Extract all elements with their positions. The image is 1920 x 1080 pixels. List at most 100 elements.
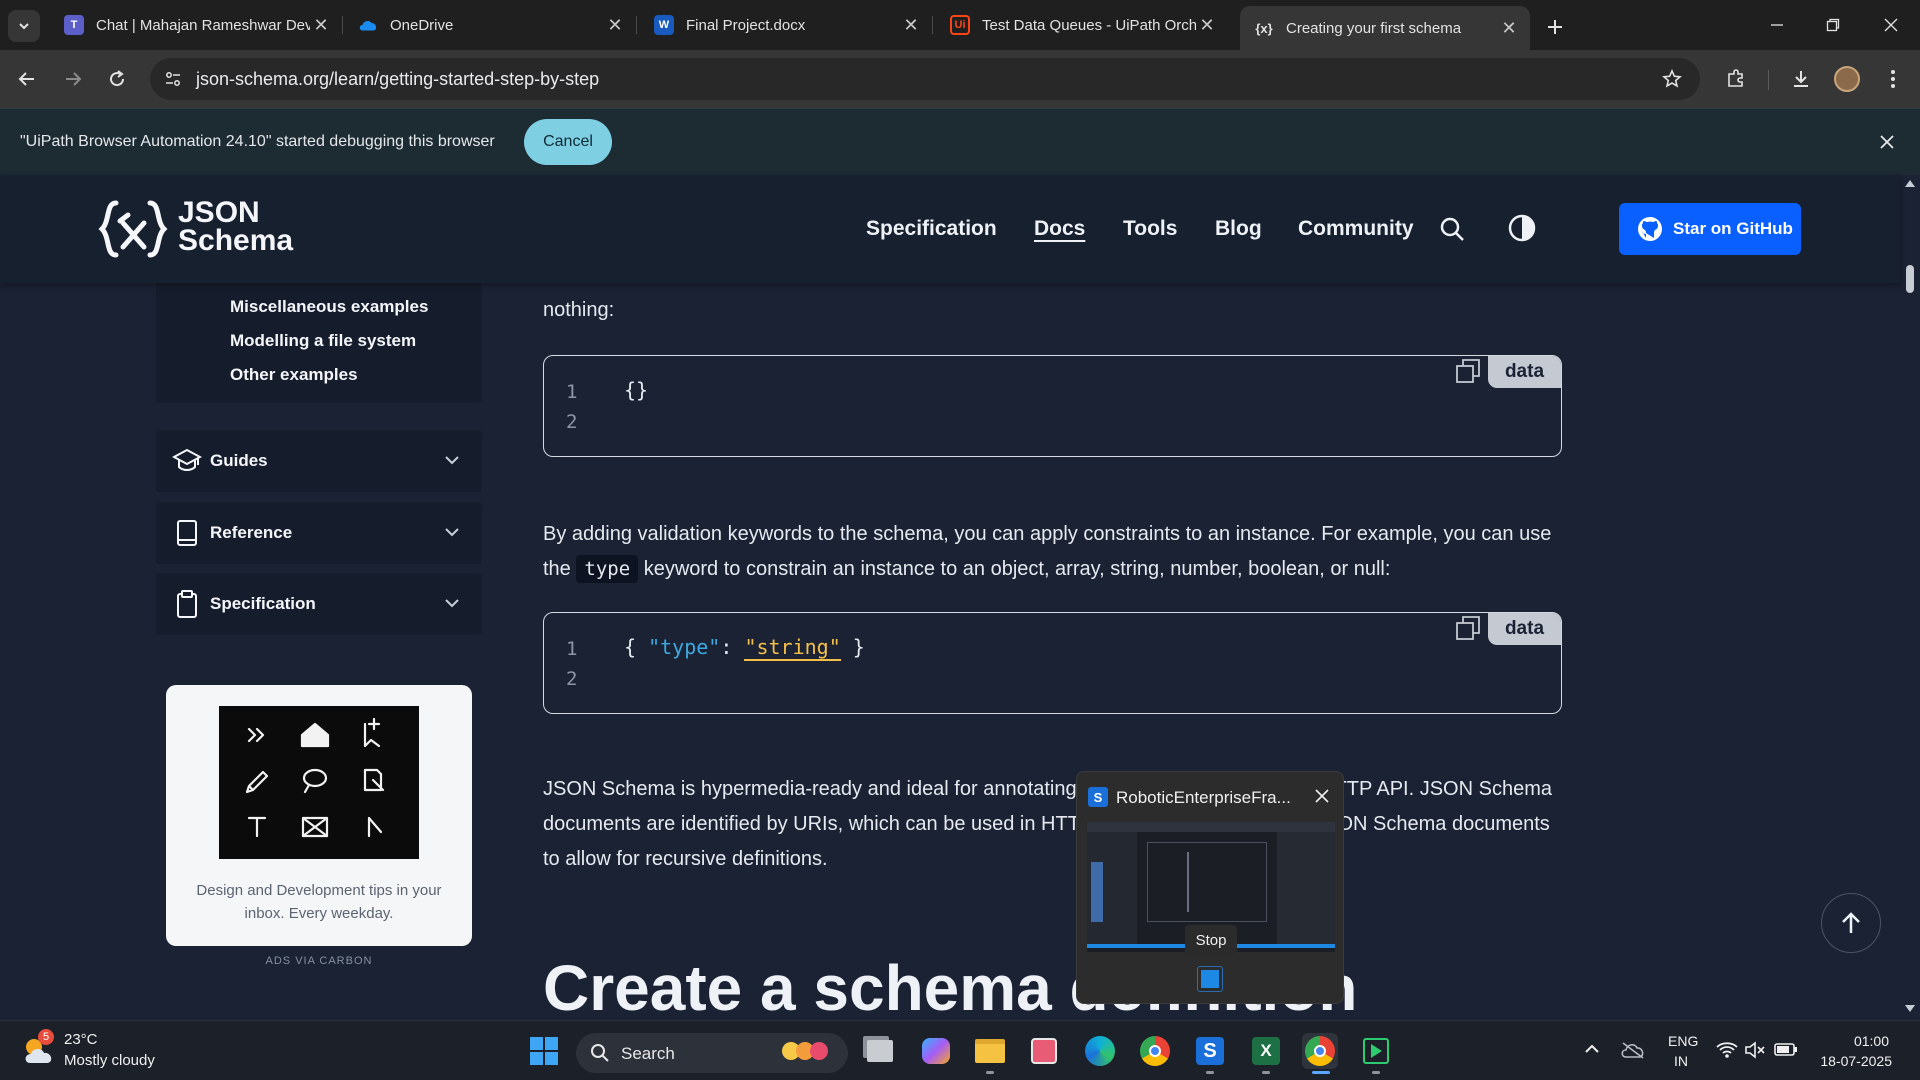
downloads-button[interactable] <box>1784 62 1818 96</box>
cancel-debugging-button[interactable]: Cancel <box>524 119 612 165</box>
page-scrollbar[interactable] <box>1900 175 1920 1020</box>
sidebar-section-guides[interactable]: Guides <box>156 430 482 492</box>
carbon-ad[interactable]: Design and Development tips in your inbo… <box>166 685 472 946</box>
close-icon[interactable]: ✕ <box>604 14 626 36</box>
copy-icon[interactable] <box>1455 615 1481 641</box>
paragraph-hypermedia: JSON Schema is hypermedia-ready and idea… <box>543 778 1552 870</box>
url-text[interactable]: json-schema.org/learn/getting-started-st… <box>196 69 599 90</box>
close-icon[interactable]: ✕ <box>900 14 922 36</box>
json-schema-icon: {x} <box>1255 20 1273 36</box>
scroll-up-arrow-icon[interactable] <box>1905 179 1915 187</box>
sidebar-section-reference[interactable]: Reference <box>156 502 482 564</box>
contrast-icon <box>1508 214 1536 242</box>
file-explorer-app[interactable] <box>972 1033 1008 1069</box>
close-icon[interactable]: ✕ <box>310 14 332 36</box>
copy-icon[interactable] <box>1455 358 1481 384</box>
tab-strip: T Chat | Mahajan Rameshwar Dev ✕ OneDriv… <box>0 0 1920 50</box>
browser-menu-button[interactable] <box>1876 62 1910 96</box>
star-on-github-button[interactable]: Star on GitHub <box>1619 203 1801 255</box>
close-icon[interactable]: ✕ <box>1498 17 1520 39</box>
copilot-app[interactable] <box>918 1033 954 1069</box>
ad-image[interactable] <box>219 706 419 859</box>
github-icon <box>1638 217 1662 241</box>
sidebar-link-misc-examples[interactable]: Miscellaneous examples <box>230 297 428 317</box>
sidebar-link-file-system[interactable]: Modelling a file system <box>230 331 416 351</box>
tab-onedrive[interactable]: OneDrive ✕ <box>344 8 637 42</box>
snipping-tool-app[interactable] <box>1026 1033 1062 1069</box>
tab-chat[interactable]: T Chat | Mahajan Rameshwar Dev ✕ <box>50 8 343 42</box>
scrollbar-thumb[interactable] <box>1906 265 1914 293</box>
sidebar-section-label: Reference <box>210 523 293 542</box>
clock-time[interactable]: 01:00 <box>1827 1033 1889 1049</box>
tab-uipath[interactable]: Ui Test Data Queues - UiPath Orch ✕ <box>936 8 1228 42</box>
restore-icon <box>1826 18 1840 32</box>
battery-icon[interactable] <box>1774 1041 1798 1057</box>
ads-via-carbon-link[interactable]: ADS VIA CARBON <box>166 955 472 967</box>
extensions-button[interactable] <box>1719 62 1753 96</box>
address-bar[interactable]: json-schema.org/learn/getting-started-st… <box>150 58 1700 100</box>
excel-app[interactable]: X <box>1248 1033 1284 1069</box>
emoji-highlight-icon <box>782 1042 828 1060</box>
tab-search-button[interactable] <box>8 10 40 42</box>
close-icon[interactable] <box>1314 788 1330 804</box>
stop-button[interactable] <box>1197 966 1223 992</box>
tab-creating-schema[interactable]: {x} Creating your first schema ✕ <box>1240 6 1530 50</box>
volume-muted-icon[interactable] <box>1744 1041 1766 1059</box>
sidebar-link-other-examples[interactable]: Other examples <box>230 365 358 385</box>
wifi-icon[interactable] <box>1716 1041 1738 1059</box>
site-info-icon[interactable] <box>164 70 182 88</box>
sidebar-section-specification[interactable]: Specification <box>156 573 482 635</box>
start-button[interactable] <box>526 1033 562 1069</box>
folder-icon <box>975 1039 1005 1063</box>
uipath-studio-app[interactable]: S <box>1192 1033 1228 1069</box>
taskbar-search[interactable]: Search <box>576 1033 848 1073</box>
nav-community[interactable]: Community <box>1298 217 1414 241</box>
nav-specification[interactable]: Specification <box>866 217 997 241</box>
window-close-button[interactable] <box>1874 12 1908 38</box>
clock-date[interactable]: 18-07-2025 <box>1812 1053 1892 1069</box>
edge-app[interactable] <box>1082 1033 1118 1069</box>
tab-final-project[interactable]: W Final Project.docx ✕ <box>640 8 933 42</box>
json-schema-logo[interactable] <box>98 199 180 259</box>
minimize-button[interactable] <box>1760 12 1794 38</box>
nav-blog[interactable]: Blog <box>1215 217 1262 241</box>
new-tab-button[interactable] <box>1540 12 1570 42</box>
edge-icon <box>1085 1036 1115 1066</box>
uipath-assistant-app[interactable] <box>1358 1033 1394 1069</box>
search-label: Search <box>621 1044 675 1063</box>
forward-button[interactable] <box>56 62 90 96</box>
scroll-down-arrow-icon[interactable] <box>1905 1005 1915 1013</box>
chevron-up-icon[interactable] <box>1584 1043 1600 1055</box>
language-indicator[interactable]: ENG <box>1668 1033 1698 1049</box>
stop-icon <box>1201 970 1219 988</box>
logo-text[interactable]: JSON Schema <box>178 198 293 256</box>
book-icon <box>177 520 197 546</box>
puzzle-icon <box>1728 69 1743 87</box>
line-number: 1 <box>566 638 578 660</box>
close-icon[interactable] <box>1880 135 1894 149</box>
taskbar-window-preview[interactable]: S RoboticEnterpriseFra... Stop <box>1076 771 1344 1004</box>
chrome-app[interactable] <box>1137 1033 1173 1069</box>
reload-button[interactable] <box>100 62 134 96</box>
code-text: {} <box>624 378 649 402</box>
region-indicator[interactable]: IN <box>1674 1053 1688 1069</box>
chrome-profile-app[interactable] <box>1302 1033 1338 1069</box>
task-view-app[interactable] <box>862 1033 898 1069</box>
theme-toggle-button[interactable] <box>1507 213 1537 243</box>
nav-docs[interactable]: Docs <box>1034 217 1085 241</box>
star-on-github-label: Star on GitHub <box>1673 219 1793 238</box>
teams-icon: T <box>64 15 84 35</box>
profile-avatar[interactable] <box>1830 62 1864 96</box>
back-button[interactable] <box>10 62 44 96</box>
onedrive-offline-icon[interactable] <box>1620 1041 1646 1059</box>
studio-icon: S <box>1196 1037 1224 1065</box>
site-search-button[interactable] <box>1438 215 1466 243</box>
ad-text[interactable]: Design and Development tips in your inbo… <box>182 879 456 925</box>
weather-widget[interactable]: 5 23°C Mostly cloudy <box>14 1021 174 1080</box>
close-icon[interactable]: ✕ <box>1196 14 1218 36</box>
design-tools-icon <box>245 717 385 838</box>
restore-button[interactable] <box>1816 12 1850 38</box>
bookmark-star-icon[interactable] <box>1662 69 1682 89</box>
scroll-to-top-button[interactable] <box>1821 893 1881 953</box>
nav-tools[interactable]: Tools <box>1123 217 1177 241</box>
